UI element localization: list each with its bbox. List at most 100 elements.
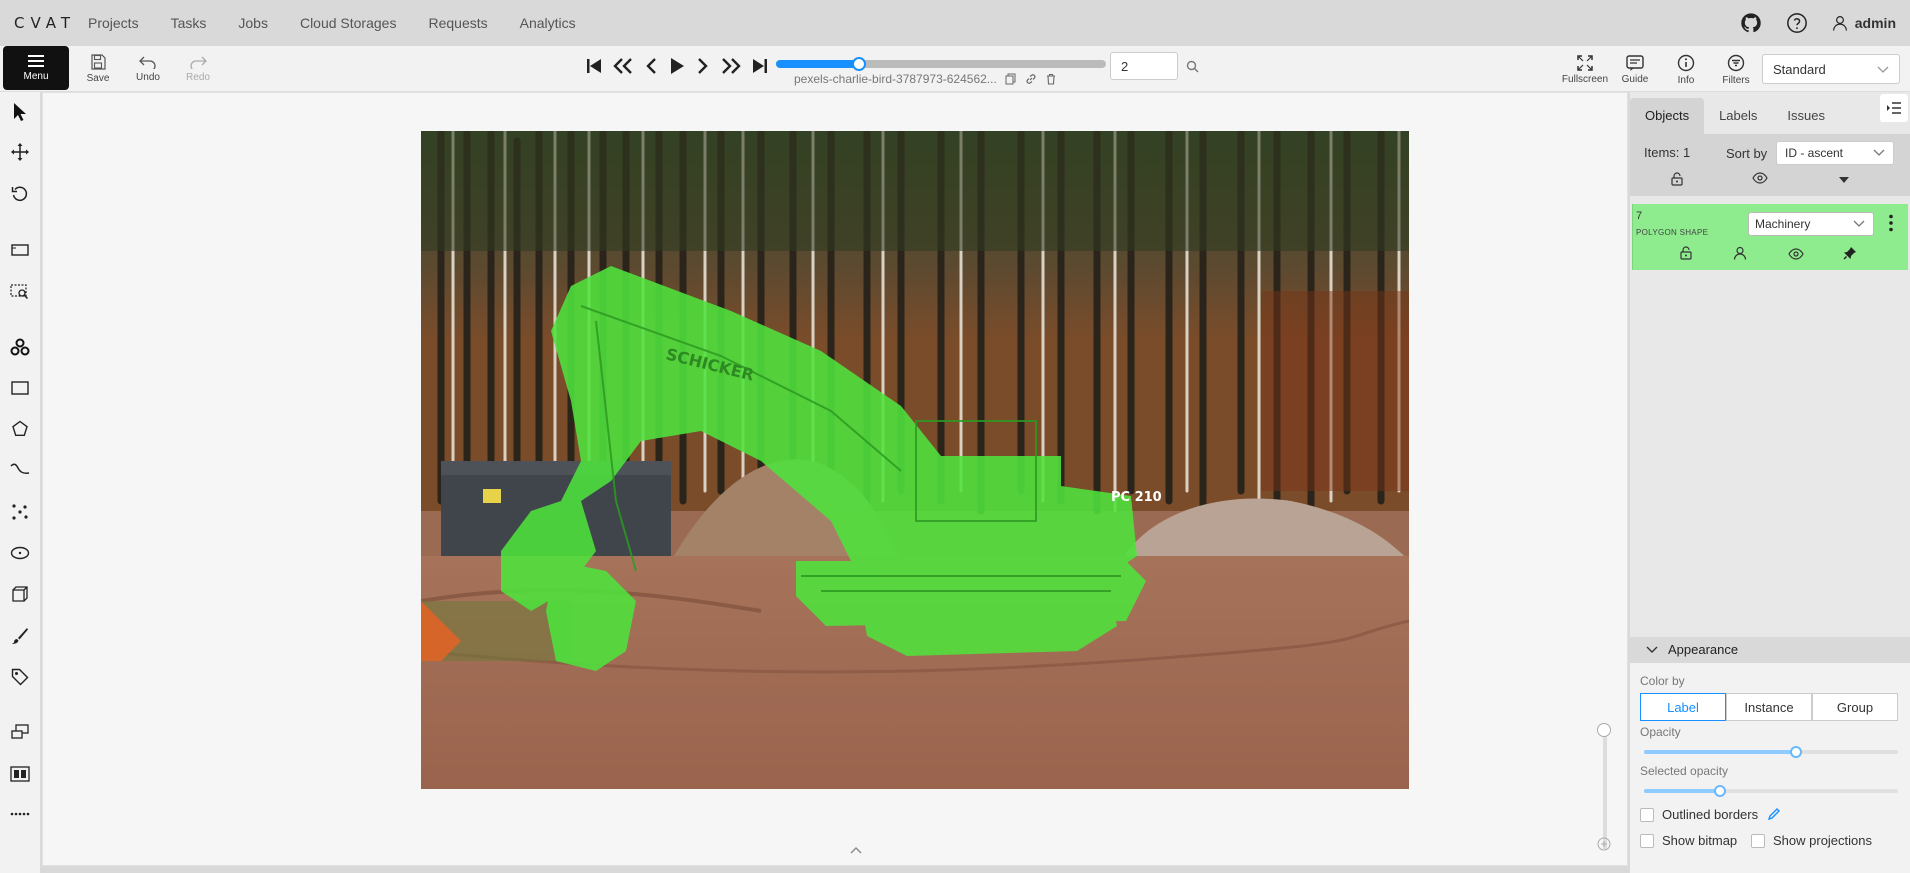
user-menu[interactable]: admin bbox=[1831, 14, 1896, 32]
merge-tool[interactable] bbox=[8, 720, 32, 744]
undo-button[interactable]: Undo bbox=[128, 50, 168, 88]
tab-labels[interactable]: Labels bbox=[1704, 98, 1772, 134]
show-projections-label: Show projections bbox=[1773, 833, 1872, 848]
color-by-instance-option[interactable]: Instance bbox=[1726, 693, 1812, 721]
draw-polygon-tool[interactable] bbox=[8, 417, 32, 441]
draw-cuboid-tool[interactable] bbox=[8, 582, 32, 606]
frame-number-input[interactable] bbox=[1110, 52, 1178, 80]
cursor-tool[interactable] bbox=[8, 100, 32, 124]
appearance-header[interactable]: Appearance bbox=[1630, 637, 1910, 663]
object-label-select[interactable]: Machinery bbox=[1748, 212, 1874, 236]
sort-select[interactable]: ID - ascent bbox=[1776, 141, 1894, 165]
color-by-group-option[interactable]: Group bbox=[1812, 693, 1898, 721]
lock-icon[interactable] bbox=[1679, 246, 1693, 260]
help-icon[interactable] bbox=[1785, 11, 1809, 35]
nav-cloud-storages[interactable]: Cloud Storages bbox=[300, 15, 397, 31]
frame-slider-handle[interactable] bbox=[851, 57, 866, 71]
outlined-borders-box[interactable] bbox=[1640, 807, 1654, 822]
more-tools[interactable] bbox=[8, 802, 32, 826]
redo-button[interactable]: Redo bbox=[178, 50, 218, 88]
ellipse-icon bbox=[10, 546, 30, 560]
user-icon[interactable] bbox=[1733, 246, 1747, 260]
draw-polyline-tool[interactable] bbox=[8, 458, 32, 482]
setup-tag-tool[interactable] bbox=[8, 665, 32, 689]
zoom-slider-track[interactable] bbox=[1603, 729, 1607, 849]
frame-slider[interactable] bbox=[776, 57, 1106, 71]
show-projections-box[interactable] bbox=[1751, 833, 1765, 848]
cvat-logo[interactable]: CVAT bbox=[14, 14, 76, 32]
previous-frame-icon[interactable] bbox=[644, 57, 658, 75]
draw-mask-tool[interactable] bbox=[8, 624, 32, 648]
object-type: POLYGON SHAPE bbox=[1636, 228, 1709, 237]
tab-issues[interactable]: Issues bbox=[1772, 98, 1840, 134]
draw-rectangle-tool[interactable] bbox=[8, 376, 32, 400]
show-projections-checkbox[interactable]: Show projections bbox=[1751, 833, 1872, 848]
backward-step-icon[interactable] bbox=[612, 57, 634, 75]
guide-button[interactable]: Guide bbox=[1610, 50, 1660, 90]
lock-all-icon[interactable] bbox=[1670, 172, 1684, 186]
model-text: PC 210 bbox=[1111, 490, 1162, 505]
first-frame-icon[interactable] bbox=[586, 57, 602, 75]
link-icon[interactable] bbox=[1025, 73, 1037, 85]
draw-points-tool[interactable] bbox=[8, 500, 32, 524]
color-by-label-option[interactable]: Label bbox=[1640, 693, 1726, 721]
pin-icon[interactable] bbox=[1843, 246, 1857, 260]
chevron-up-icon[interactable] bbox=[849, 845, 863, 855]
frame-image[interactable]: SCHICKER PC 210 bbox=[421, 131, 1409, 789]
github-icon[interactable] bbox=[1739, 11, 1763, 35]
move-tool[interactable] bbox=[8, 140, 32, 164]
add-zoom-icon[interactable] bbox=[1597, 837, 1611, 851]
forward-step-icon[interactable] bbox=[720, 57, 742, 75]
collapse-sidebar-button[interactable] bbox=[1880, 94, 1908, 122]
delete-frame-icon[interactable] bbox=[1045, 73, 1057, 85]
scene-illustration: SCHICKER PC 210 bbox=[421, 131, 1409, 789]
nav-projects[interactable]: Projects bbox=[88, 15, 139, 31]
more-vertical-icon[interactable] bbox=[1888, 214, 1894, 232]
undo-label: Undo bbox=[136, 72, 160, 83]
selected-opacity-slider[interactable] bbox=[1644, 785, 1898, 797]
info-button[interactable]: Info bbox=[1661, 50, 1711, 90]
tab-objects[interactable]: Objects bbox=[1630, 98, 1705, 134]
color-picker-icon[interactable] bbox=[1766, 807, 1781, 822]
menu-button[interactable]: Menu bbox=[3, 46, 69, 90]
play-icon[interactable] bbox=[668, 56, 686, 76]
polyline-icon bbox=[10, 463, 30, 474]
last-frame-icon[interactable] bbox=[752, 57, 768, 75]
zoom-region-icon bbox=[10, 284, 29, 300]
filters-button[interactable]: Filters bbox=[1711, 50, 1761, 90]
annotation-canvas[interactable]: SCHICKER PC 210 bbox=[42, 92, 1628, 866]
sort-by-label: Sort by bbox=[1726, 146, 1768, 161]
ai-tools[interactable] bbox=[8, 335, 32, 359]
eye-all-icon[interactable] bbox=[1752, 172, 1768, 184]
group-tool[interactable] bbox=[8, 762, 32, 786]
polygon-icon bbox=[12, 420, 28, 436]
frame-filename-row: pexels-charlie-bird-3787973-624562... bbox=[794, 72, 1057, 86]
nav-requests[interactable]: Requests bbox=[428, 15, 487, 31]
nav-tasks[interactable]: Tasks bbox=[171, 15, 207, 31]
copy-icon[interactable] bbox=[1005, 73, 1017, 85]
eye-icon[interactable] bbox=[1788, 248, 1804, 260]
chevron-down-icon bbox=[1877, 66, 1889, 73]
draw-ellipse-tool[interactable] bbox=[8, 541, 32, 565]
save-button[interactable]: Save bbox=[78, 50, 118, 88]
outlined-borders-checkbox[interactable]: Outlined borders bbox=[1640, 807, 1781, 822]
fullscreen-button[interactable]: Fullscreen bbox=[1560, 50, 1610, 90]
move-icon bbox=[11, 143, 29, 161]
show-bitmap-checkbox[interactable]: Show bitmap bbox=[1640, 833, 1737, 848]
fit-image-icon bbox=[11, 244, 29, 256]
workspace-select[interactable]: Standard bbox=[1762, 54, 1900, 84]
caret-down-icon[interactable] bbox=[1838, 176, 1850, 184]
show-bitmap-box[interactable] bbox=[1640, 833, 1654, 848]
next-frame-icon[interactable] bbox=[696, 57, 710, 75]
search-icon[interactable] bbox=[1186, 60, 1199, 73]
rotate-tool[interactable] bbox=[8, 182, 32, 206]
rectangle-icon bbox=[11, 381, 29, 395]
zoom-region-tool[interactable] bbox=[8, 280, 32, 304]
nav-jobs[interactable]: Jobs bbox=[238, 15, 268, 31]
points-icon bbox=[12, 504, 28, 520]
fit-image-tool[interactable] bbox=[8, 238, 32, 262]
zoom-slider-handle[interactable] bbox=[1597, 723, 1611, 737]
nav-analytics[interactable]: Analytics bbox=[520, 15, 576, 31]
opacity-slider[interactable] bbox=[1644, 746, 1898, 758]
rotate-icon bbox=[11, 186, 28, 201]
